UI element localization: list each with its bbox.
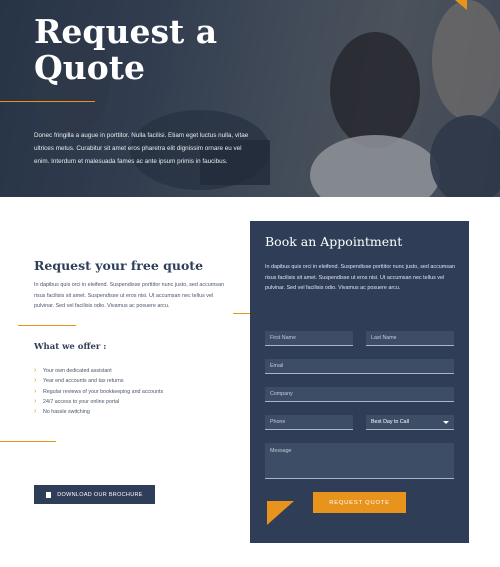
- email-field[interactable]: Email: [265, 359, 454, 374]
- document-icon: [46, 491, 52, 498]
- list-item: Year end accounts and tax returns: [34, 376, 163, 386]
- list-item: Regular reviews of your bookkeeping and …: [34, 387, 163, 397]
- submit-label: REQUEST QUOTE: [329, 499, 390, 506]
- list-item: No hassle switching: [34, 407, 163, 417]
- hero-description: Donec fringilla a augue in porttitor. Nu…: [34, 132, 249, 165]
- form-description: In dapibus quis orci in eleifend. Suspen…: [265, 264, 455, 291]
- offer-heading: What we offer :: [34, 342, 107, 352]
- download-brochure-label: DOWNLOAD OUR BROCHURE: [57, 491, 143, 498]
- quote-description: In dapibus quis orci in eleifend. Suspen…: [34, 282, 224, 309]
- message-field[interactable]: Message: [265, 443, 454, 479]
- list-item: Your own dedicated assistant: [34, 366, 163, 376]
- accent-divider: [18, 325, 76, 326]
- accent-triangle: [267, 501, 294, 525]
- best-day-select[interactable]: Best Day to Call: [366, 415, 454, 430]
- last-name-field[interactable]: Last Name: [366, 331, 454, 346]
- best-day-value: Best Day to Call: [371, 419, 409, 425]
- accent-divider: [0, 101, 95, 102]
- accent-triangle: [455, 0, 467, 10]
- hero-banner: Request a Quote Donec fringilla a augue …: [0, 0, 500, 197]
- page-title: Request a Quote: [34, 12, 218, 87]
- offer-list: Your own dedicated assistant Year end ac…: [34, 366, 163, 417]
- first-name-field[interactable]: First Name: [265, 331, 353, 346]
- phone-field[interactable]: Phone: [265, 415, 353, 430]
- request-quote-button[interactable]: REQUEST QUOTE: [313, 492, 406, 513]
- appointment-form: Book an Appointment In dapibus quis orci…: [250, 221, 469, 543]
- list-item: 24/7 access to your online portal: [34, 397, 163, 407]
- company-field[interactable]: Company: [265, 387, 454, 402]
- download-brochure-button[interactable]: DOWNLOAD OUR BROCHURE: [34, 485, 155, 504]
- chevron-down-icon: [443, 420, 449, 424]
- form-title: Book an Appointment: [265, 234, 403, 249]
- quote-heading: Request your free quote: [34, 258, 204, 273]
- accent-divider: [0, 441, 56, 442]
